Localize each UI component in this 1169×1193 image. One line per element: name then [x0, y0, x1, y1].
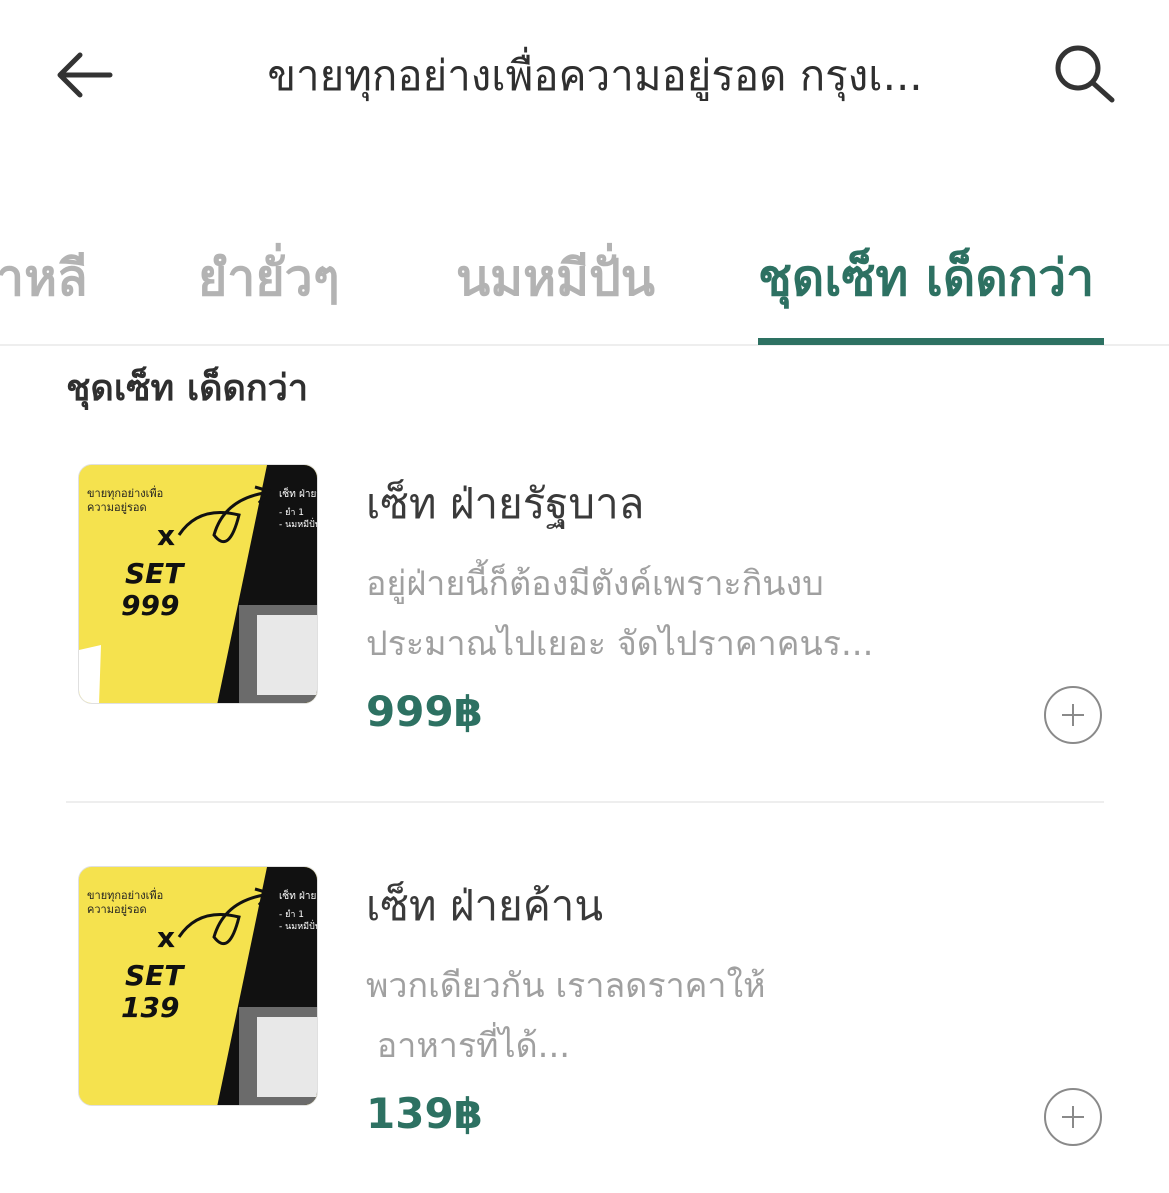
active-tab-indicator — [758, 338, 1104, 345]
item-desc-line-2: อาหารที่ได้... — [366, 1026, 571, 1066]
search-button[interactable] — [1046, 38, 1122, 108]
item-desc-line-1: อยู่ฝ่ายนี้ก็ต้องมีตังค์เพราะกินงบ — [366, 564, 824, 604]
thumb-set-number: 139 — [121, 991, 179, 1024]
item-name: เซ็ท ฝ่ายรัฐบาล — [366, 479, 645, 528]
item-thumbnail: ขายทุกอย่างเพื่อ ความอยู่รอด เซ็ท ฝ่ายรั… — [78, 464, 318, 704]
store-title: ขายทุกอย่างเพื่อความอยู่รอด กรุงเ... — [267, 51, 923, 100]
arrow-left-icon — [57, 52, 113, 98]
item-desc-line-2: ประมาณไปเยอะ จัดไปราคาคนร... — [366, 624, 874, 664]
item-price: 139฿ — [366, 1089, 483, 1138]
thumb-set-label: SET — [125, 959, 185, 992]
tab-set-menu[interactable]: ชุดเซ็ท เด็ดกว่า — [758, 246, 1094, 310]
item-description: อยู่ฝ่ายนี้ก็ต้องมีตังค์เพราะกินงบ ประมา… — [366, 554, 966, 674]
thumb-right-title: เซ็ท ฝ่ายรัฐบ — [279, 486, 318, 500]
thumb-set-number: 999 — [121, 589, 179, 622]
menu-item[interactable]: ขายทุกอย่างเพื่อ ความอยู่รอด เซ็ท ฝ่ายรั… — [0, 464, 1169, 744]
section-title: ชุดเซ็ท เด็ดกว่า — [66, 368, 309, 409]
thumb-bullet-1: - ยำ 1 — [279, 909, 304, 920]
back-button[interactable] — [48, 40, 124, 110]
thumb-brand-2: ความอยู่รอด — [87, 501, 147, 514]
thumb-brand-2: ความอยู่รอด — [87, 903, 147, 916]
item-name: เซ็ท ฝ่ายค้าน — [366, 881, 604, 930]
menu-item[interactable]: ขายทุกอย่างเพื่อ ความอยู่รอด เซ็ท ฝ่ายค้… — [0, 866, 1169, 1146]
thumb-brand: ขายทุกอย่างเพื่อ — [87, 485, 163, 500]
thumb-brand: ขายทุกอย่างเพื่อ — [87, 887, 163, 902]
add-to-cart-button[interactable] — [1044, 686, 1102, 744]
tab-korean[interactable]: าหลี — [0, 246, 88, 310]
search-icon — [1055, 45, 1115, 103]
thumb-bullet-1: - ยำ 1 — [279, 507, 304, 518]
thumb-right-title: เซ็ท ฝ่ายค้าน — [279, 888, 318, 902]
svg-text:x: x — [157, 921, 175, 954]
tab-milk-bear[interactable]: นมหมีปั่น — [456, 246, 655, 310]
category-tabs: าหลี ยำยั่วๆ นมหมีปั่น ชุดเซ็ท เด็ดกว่า — [0, 232, 1169, 346]
item-desc-line-1: พวกเดียวกัน เราลดราคาให้ — [366, 966, 766, 1006]
item-description: พวกเดียวกัน เราลดราคาให้ อาหารที่ได้... — [366, 956, 966, 1076]
item-thumbnail: ขายทุกอย่างเพื่อ ความอยู่รอด เซ็ท ฝ่ายค้… — [78, 866, 318, 1106]
item-divider — [66, 801, 1104, 803]
top-bar: ขายทุกอย่างเพื่อความอยู่รอด กรุงเ... — [0, 0, 1169, 150]
item-price: 999฿ — [366, 687, 483, 736]
add-to-cart-button[interactable] — [1044, 1088, 1102, 1146]
svg-text:x: x — [157, 519, 175, 552]
tab-yum[interactable]: ยำยั่วๆ — [198, 246, 340, 310]
thumb-set-label: SET — [125, 557, 185, 590]
